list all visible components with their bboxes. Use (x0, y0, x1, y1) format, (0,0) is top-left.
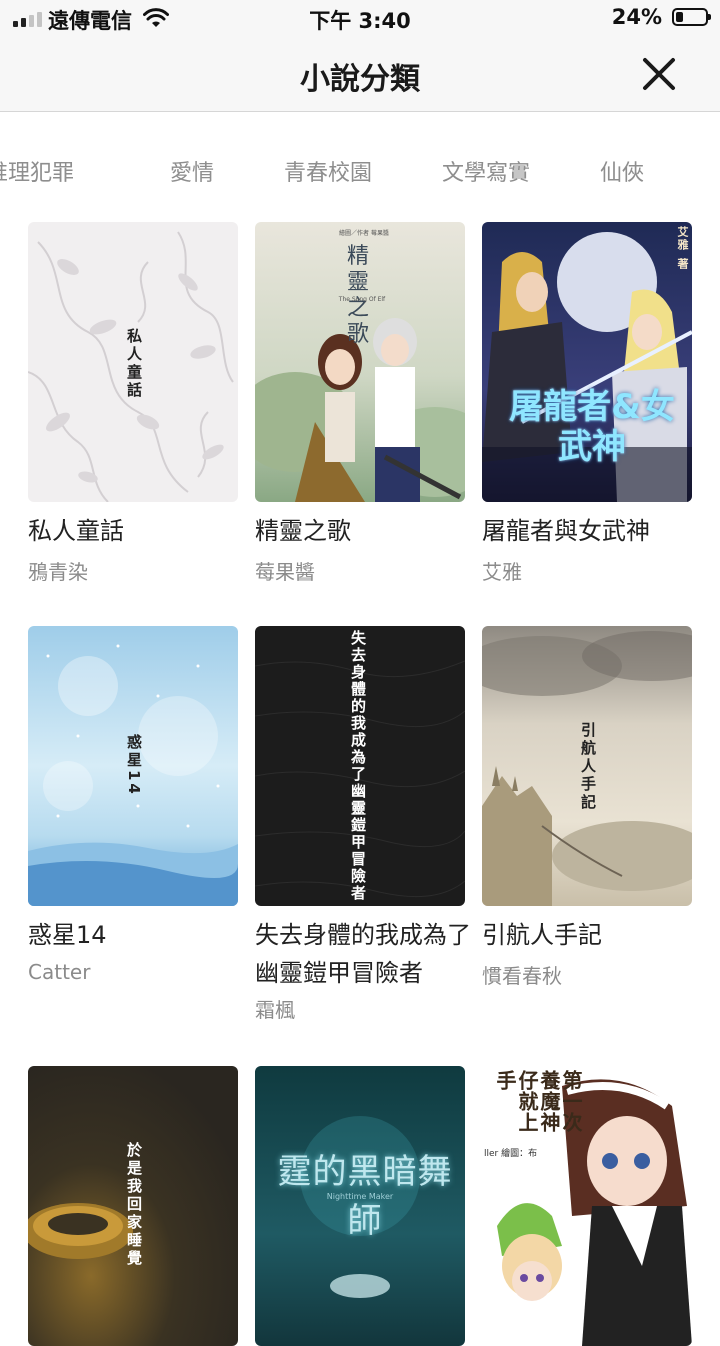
page-title: 小說分類 (300, 62, 420, 97)
category-tabs: 推理犯罪 愛情 青春校園 文學寫實 仙俠 (0, 112, 720, 222)
book-cover[interactable]: 屠龍者&女武神 艾雅 著 (482, 222, 692, 502)
tab-literary-realism[interactable]: 文學寫實 (442, 155, 530, 187)
cover-credit: ller 繪圖：布 (484, 1149, 538, 1159)
cover-title: 私人童話 (125, 328, 143, 400)
carrier-name: 遠傳電信 (48, 9, 132, 33)
book-cover[interactable]: 精靈之歌 The Song Of Elf 繪圖／作者 莓果醬 (255, 222, 465, 502)
book-title[interactable]: 引航人手記 (482, 916, 698, 954)
book-cover[interactable]: 引航人手記 (482, 626, 692, 906)
signal-icon (13, 11, 42, 27)
battery-icon (672, 8, 711, 26)
cover-title: 失去身體的我成為了幽靈鎧甲冒險者 (349, 630, 367, 902)
battery-percent: 24% (611, 5, 662, 29)
book-title[interactable]: 惑星14 (28, 916, 244, 954)
cover-title: 屠龍者&女武神 (509, 387, 675, 467)
book-author: Catter (28, 960, 91, 984)
cover-subtitle: The Song Of Elf (338, 296, 386, 303)
tab-xianxia[interactable]: 仙俠 (600, 155, 644, 187)
status-bar: 遠傳電信 下午 3:40 24% (0, 0, 720, 38)
book-author: 鴉青染 (28, 560, 88, 584)
book-title[interactable]: 屠龍者與女武神 (482, 512, 698, 550)
book-title[interactable]: 精靈之歌 (255, 512, 471, 550)
book-title[interactable]: 私人童話 (28, 512, 244, 550)
book-cover[interactable]: 於是我回家睡覺 (28, 1066, 238, 1346)
book-cover[interactable]: 第一次養魔神仔就上手 ller 繪圖：布 (482, 1066, 692, 1346)
tab-mystery-crime[interactable]: 推理犯罪 (0, 155, 74, 187)
nav-bar: 小說分類 (0, 38, 720, 112)
cover-title: 於是我回家睡覺 (125, 1142, 143, 1268)
cover-credit: 艾雅 著 (676, 226, 689, 271)
book-author: 慣看春秋 (482, 964, 562, 988)
book-author: 艾雅 (482, 560, 522, 584)
cover-subtitle: Nighttime Maker (326, 1192, 394, 1201)
book-title[interactable]: 失去身體的我成為了幽靈鎧甲冒險者 (255, 916, 471, 992)
cover-title: 引航人手記 (579, 722, 597, 812)
book-cover[interactable]: 惑星14 (28, 626, 238, 906)
close-icon[interactable] (634, 49, 684, 99)
wifi-icon (143, 8, 169, 27)
cover-title: 第一次養魔神仔就上手 (493, 1070, 583, 1133)
tab-youth-campus[interactable]: 青春校園 (284, 155, 372, 187)
book-author: 霜楓 (255, 998, 295, 1022)
book-cover[interactable]: 私人童話 (28, 222, 238, 502)
book-cover[interactable]: 霆的黑暗舞師 Nighttime Maker (255, 1066, 465, 1346)
tab-romance[interactable]: 愛情 (170, 155, 214, 187)
book-cover[interactable]: 失去身體的我成為了幽靈鎧甲冒險者 (255, 626, 465, 906)
book-author: 莓果醬 (255, 560, 315, 584)
cover-credit: 繪圖／作者 莓果醬 (339, 230, 389, 237)
cover-title: 惑星14 (125, 734, 143, 797)
